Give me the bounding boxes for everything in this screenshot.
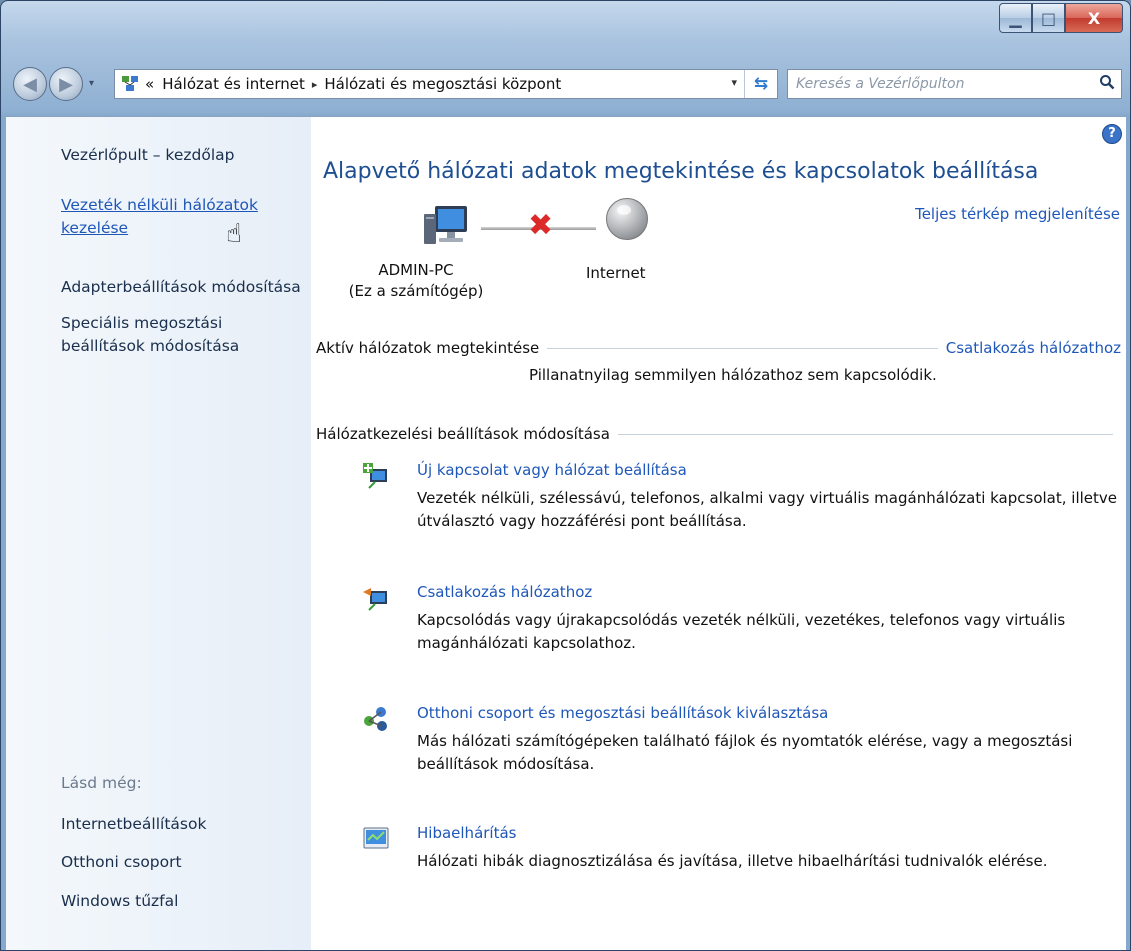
- back-arrow-icon: ◀: [23, 73, 37, 95]
- task-description: Kapcsolódás vagy újrakapcsolódás vezeték…: [417, 611, 1066, 652]
- sidebar-item-adapter-settings[interactable]: Adapterbeállítások módosítása: [61, 276, 301, 299]
- search-icon[interactable]: [1093, 74, 1121, 94]
- full-map-link[interactable]: Teljes térkép megjelenítése: [915, 205, 1120, 223]
- active-networks-heading: Aktív hálózatok megtekintése: [316, 339, 540, 357]
- refresh-icon: ⇆: [753, 74, 769, 94]
- breadcrumb-separator-icon[interactable]: ▸: [312, 78, 318, 91]
- connect-to-network-link[interactable]: Csatlakozás hálózathoz: [946, 339, 1121, 357]
- task-description: Vezeték nélküli, szélessávú, telefonos, …: [417, 489, 1118, 530]
- sidebar-item-label: Speciális megosztási: [61, 314, 223, 332]
- sidebar-item-advanced-sharing[interactable]: Speciális megosztási beállítások módosít…: [61, 312, 239, 358]
- task-title-link[interactable]: Hibaelhárítás: [417, 824, 516, 842]
- troubleshoot-icon: [363, 827, 389, 849]
- maximize-button[interactable]: □: [1032, 3, 1065, 33]
- address-overflow[interactable]: «: [145, 75, 154, 93]
- sidebar-item-label: beállítások módosítása: [61, 337, 240, 355]
- computer-name: ADMIN-PC: [378, 261, 454, 279]
- homegroup-icon: [364, 707, 387, 731]
- network-icon: [122, 76, 138, 91]
- internet-label: Internet: [586, 264, 646, 282]
- address-bar[interactable]: « Hálózat és internet ▸ Hálózati és mego…: [114, 69, 778, 99]
- computer-label: ADMIN-PC (Ez a számítógép): [331, 260, 501, 302]
- title-bar[interactable]: ▁ □ X: [1, 1, 1130, 55]
- sidebar-item-home[interactable]: Vezérlőpult – kezdőlap: [61, 144, 234, 167]
- section-divider: [617, 433, 1113, 435]
- main-panel: ? Alapvető hálózati adatok megtekintése …: [311, 117, 1126, 950]
- active-networks-section: Aktív hálózatok megtekintése Csatlakozás…: [316, 339, 1121, 357]
- disconnected-x-icon[interactable]: ✖: [528, 211, 553, 241]
- page-title: Alapvető hálózati adatok megtekintése és…: [323, 159, 1039, 184]
- new-connection-icon: [363, 463, 387, 489]
- connect-network-icon: [363, 588, 387, 611]
- forward-arrow-icon: ▶: [59, 73, 73, 95]
- address-dropdown-icon[interactable]: ▾: [731, 76, 737, 89]
- sidebar-item-windows-firewall[interactable]: Windows tűzfal: [61, 890, 178, 913]
- search-input[interactable]: Keresés a Vezérlőpulton: [796, 76, 1093, 92]
- content-area: Vezérlőpult – kezdőlap Vezeték nélküli h…: [6, 116, 1126, 950]
- recent-pages-dropdown[interactable]: ▾: [89, 78, 94, 89]
- task-title-link[interactable]: Csatlakozás hálózathoz: [417, 583, 592, 601]
- forward-button[interactable]: ▶: [49, 67, 83, 101]
- hand-cursor-icon: ☝: [226, 219, 242, 249]
- section-divider: [547, 347, 938, 349]
- breadcrumb-network-internet[interactable]: Hálózat és internet: [162, 75, 305, 93]
- task-title-link[interactable]: Otthoni csoport és megosztási beállításo…: [417, 704, 828, 722]
- navigation-bar: ◀ ▶ ▾ « Hálózat és internet ▸ Hálózati é…: [1, 59, 1130, 111]
- no-connection-status: Pillanatnyilag semmilyen hálózathoz sem …: [529, 366, 937, 384]
- refresh-button[interactable]: ⇆: [744, 70, 777, 98]
- sidebar-item-internet-options[interactable]: Internetbeállítások: [61, 813, 206, 836]
- breadcrumb-network-sharing-center[interactable]: Hálózati és megosztási központ: [324, 75, 561, 93]
- help-icon[interactable]: ?: [1102, 124, 1122, 144]
- sidebar-item-label: Vezeték nélküli hálózatok: [61, 196, 258, 214]
- sidebar-item-homegroup[interactable]: Otthoni csoport: [61, 851, 182, 874]
- window-controls: ▁ □ X: [999, 3, 1123, 33]
- sidebar: Vezérlőpult – kezdőlap Vezeték nélküli h…: [6, 117, 311, 950]
- task-title-link[interactable]: Új kapcsolat vagy hálózat beállítása: [417, 461, 687, 479]
- computer-subtitle: (Ez a számítógép): [348, 282, 484, 300]
- close-button[interactable]: X: [1065, 3, 1123, 33]
- search-box[interactable]: Keresés a Vezérlőpulton: [787, 69, 1122, 99]
- task-description: Hálózati hibák diagnosztizálása és javít…: [417, 852, 1048, 870]
- back-button[interactable]: ◀: [13, 67, 47, 101]
- network-settings-heading: Hálózatkezelési beállítások módosítása: [316, 425, 610, 443]
- task-description: Más hálózati számítógépeken található fá…: [417, 732, 1073, 773]
- computer-icon[interactable]: [421, 202, 471, 250]
- network-settings-section: Hálózatkezelési beállítások módosítása: [316, 425, 1121, 443]
- internet-globe-icon[interactable]: [606, 198, 648, 240]
- see-also-heading: Lásd még:: [61, 774, 142, 792]
- minimize-button[interactable]: ▁: [999, 3, 1032, 33]
- sidebar-item-label: kezelése: [61, 219, 129, 237]
- control-panel-window: ▁ □ X ◀ ▶ ▾ « Hálózat és internet ▸ Háló…: [0, 0, 1131, 951]
